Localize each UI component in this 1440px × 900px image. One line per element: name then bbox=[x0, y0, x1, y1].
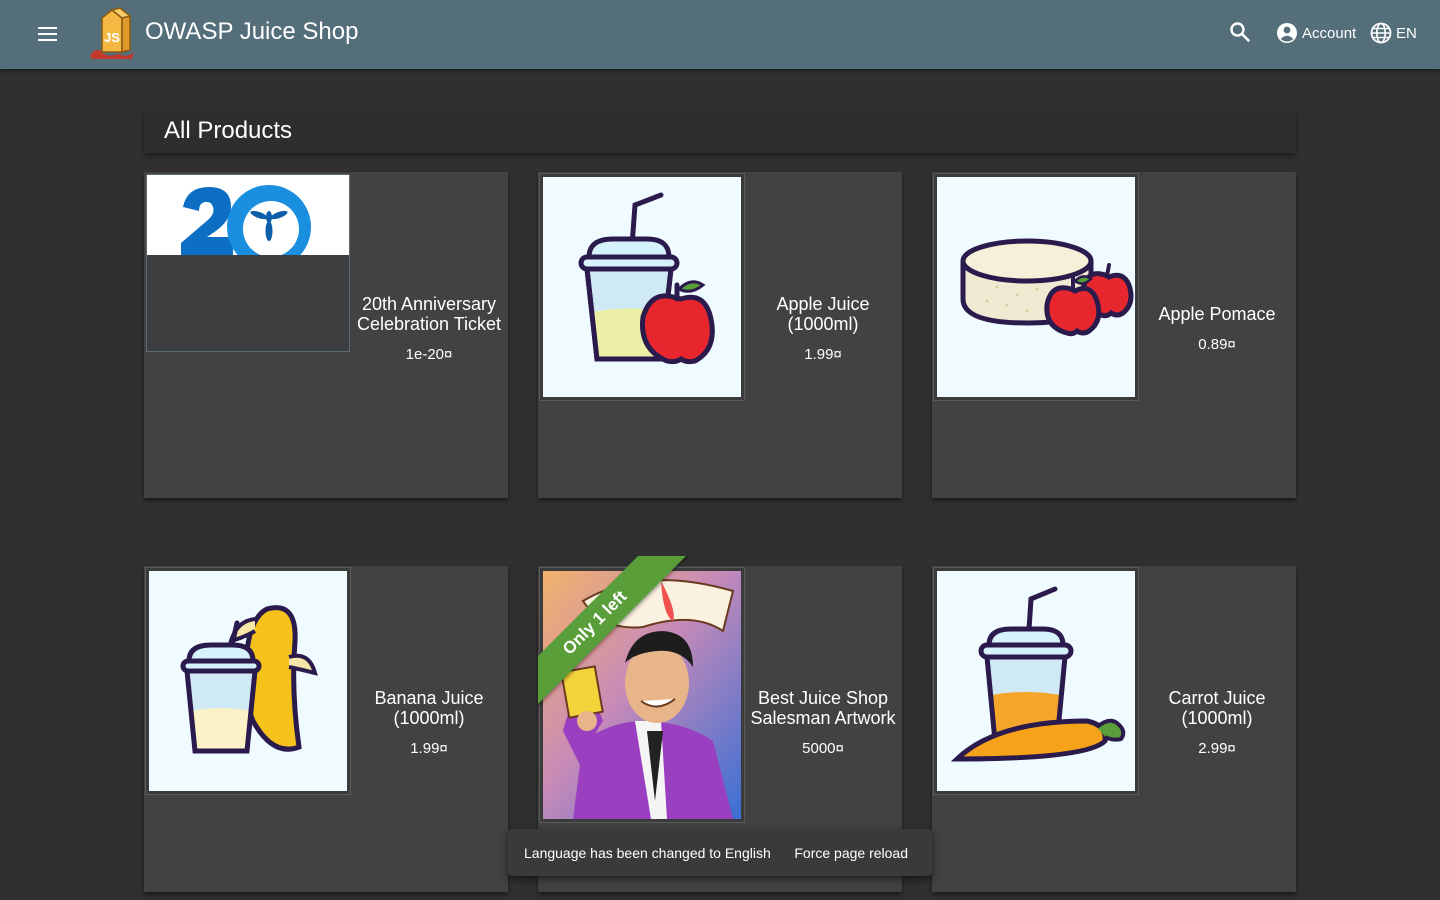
product-name: Apple Pomace bbox=[1158, 304, 1276, 324]
product-image bbox=[540, 568, 744, 822]
product-name: Best Juice Shop Salesman Artwork bbox=[750, 688, 896, 728]
page-title: All Products bbox=[164, 117, 293, 144]
product-info: Apple Pomace 0.89¤ bbox=[1138, 172, 1296, 486]
apple-pomace-icon bbox=[937, 177, 1135, 397]
product-info: Banana Juice (1000ml) 1.99¤ bbox=[350, 566, 508, 880]
product-card[interactable]: Carrot Juice (1000ml) 2.99¤ bbox=[932, 566, 1296, 892]
account-button[interactable]: Account bbox=[1270, 18, 1362, 48]
product-name: Banana Juice (1000ml) bbox=[374, 688, 484, 728]
product-price: 2.99¤ bbox=[1198, 740, 1236, 757]
banana-juice-icon bbox=[149, 571, 347, 791]
product-price: 1e-20¤ bbox=[405, 346, 453, 363]
svg-text:JS: JS bbox=[104, 30, 120, 45]
search-icon bbox=[1230, 22, 1250, 42]
product-info: Apple Juice (1000ml) 1.99¤ bbox=[744, 172, 902, 486]
product-image bbox=[934, 568, 1138, 794]
product-card[interactable]: Apple Pomace 0.89¤ bbox=[932, 172, 1296, 498]
menu-button[interactable] bbox=[28, 14, 68, 54]
language-button[interactable]: EN bbox=[1364, 18, 1423, 48]
globe-icon bbox=[1370, 22, 1392, 44]
product-image bbox=[146, 568, 350, 794]
language-label: EN bbox=[1396, 24, 1417, 42]
juice-shop-logo[interactable]: JS bbox=[88, 6, 138, 60]
menu-icon bbox=[38, 27, 57, 41]
products-heading-card: All Products bbox=[144, 109, 1296, 153]
top-toolbar: JS OWASP Juice Shop Account EN bbox=[0, 0, 1440, 69]
account-label: Account bbox=[1302, 24, 1357, 42]
product-info: Carrot Juice (1000ml) 2.99¤ bbox=[1138, 566, 1296, 880]
product-price: 0.89¤ bbox=[1198, 336, 1236, 353]
product-name: Carrot Juice (1000ml) bbox=[1168, 688, 1266, 728]
product-card[interactable]: Apple Juice (1000ml) 1.99¤ bbox=[538, 172, 902, 498]
product-image bbox=[146, 174, 350, 352]
product-card[interactable]: Banana Juice (1000ml) 1.99¤ bbox=[144, 566, 508, 892]
product-image bbox=[540, 174, 744, 400]
snackbar: Language has been changed to English For… bbox=[508, 829, 932, 876]
product-price: 5000¤ bbox=[802, 740, 844, 757]
product-info: 20th Anniversary Celebration Ticket 1e-2… bbox=[350, 172, 508, 486]
apple-juice-icon bbox=[543, 177, 741, 397]
product-price: 1.99¤ bbox=[804, 346, 842, 363]
account-circle-icon bbox=[1277, 23, 1297, 43]
force-reload-button[interactable]: Force page reload bbox=[786, 841, 916, 865]
product-name: Apple Juice (1000ml) bbox=[776, 294, 870, 334]
product-price: 1.99¤ bbox=[410, 740, 448, 757]
app-title[interactable]: OWASP Juice Shop bbox=[145, 17, 358, 47]
product-image bbox=[934, 174, 1138, 400]
carrot-juice-icon bbox=[937, 571, 1135, 791]
salesman-artwork bbox=[543, 571, 741, 819]
snackbar-message: Language has been changed to English bbox=[524, 844, 771, 861]
product-card[interactable]: 20th Anniversary Celebration Ticket 1e-2… bbox=[144, 172, 508, 498]
search-button[interactable] bbox=[1222, 14, 1258, 50]
owasp-20-logo bbox=[147, 175, 349, 255]
product-name: 20th Anniversary Celebration Ticket bbox=[356, 294, 502, 334]
